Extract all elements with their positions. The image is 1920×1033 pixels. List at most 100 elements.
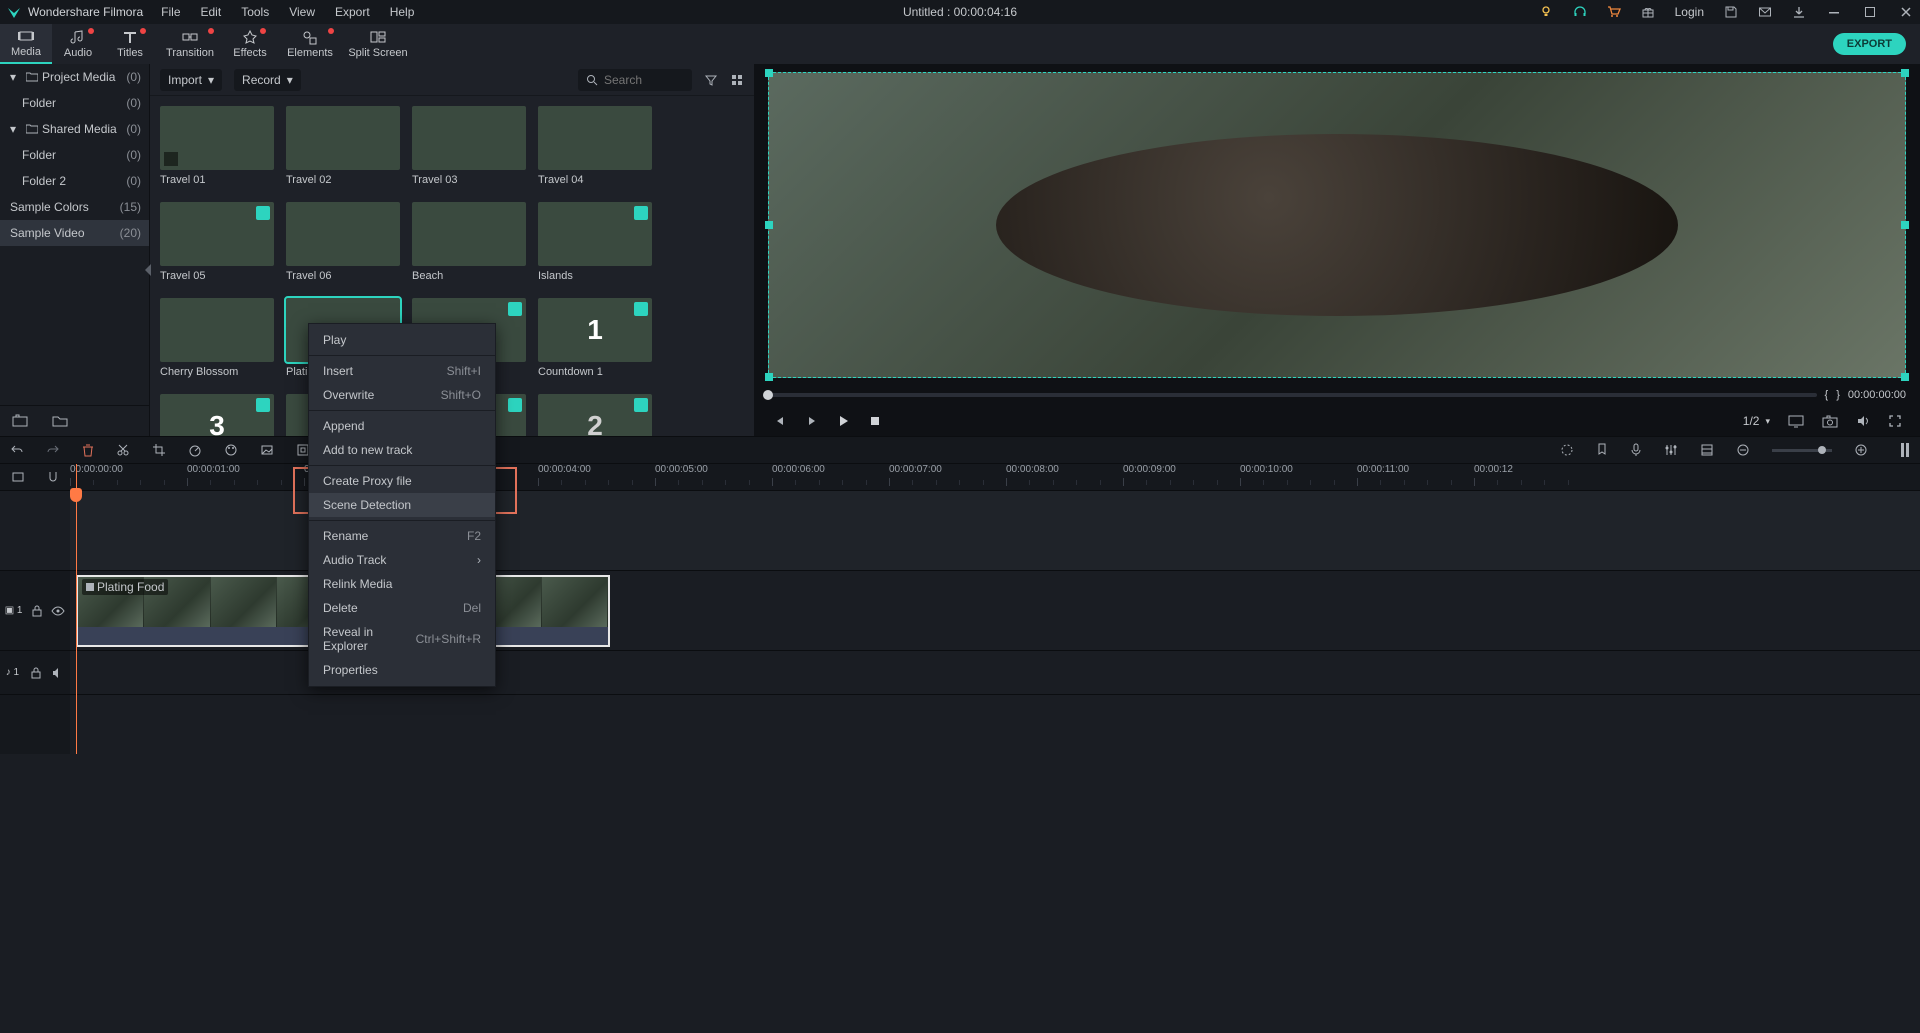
render-icon[interactable] <box>1560 443 1574 457</box>
sidebar-item-1[interactable]: Folder(0) <box>0 90 149 116</box>
volume-icon[interactable] <box>1856 414 1870 428</box>
new-folder-icon[interactable] <box>52 414 68 428</box>
download-badge-icon[interactable] <box>634 302 648 316</box>
grid-view-icon[interactable] <box>730 73 744 87</box>
resize-handle-bl[interactable] <box>765 373 773 381</box>
ctx-append[interactable]: Append <box>309 414 495 438</box>
preview-scrubber[interactable] <box>768 393 1817 397</box>
scrubber-knob[interactable] <box>763 390 773 400</box>
timeline-add-track-icon[interactable] <box>11 470 25 484</box>
download-icon[interactable] <box>1792 5 1806 19</box>
tab-effects[interactable]: Effects <box>224 24 276 64</box>
sidebar-item-2[interactable]: ▾Shared Media(0) <box>0 116 149 142</box>
media-clip-6[interactable]: Beach <box>412 202 526 292</box>
screenshot-icon[interactable] <box>12 414 28 428</box>
resize-handle-ml[interactable] <box>765 221 773 229</box>
window-maximize[interactable] <box>1862 4 1878 20</box>
resize-handle-br[interactable] <box>1901 373 1909 381</box>
import-dropdown[interactable]: Import▾ <box>160 69 222 91</box>
search-input[interactable] <box>604 73 684 87</box>
download-badge-icon[interactable] <box>256 398 270 412</box>
media-clip-8[interactable]: Cherry Blossom <box>160 298 274 388</box>
filter-icon[interactable] <box>704 73 718 87</box>
menu-help[interactable]: Help <box>390 5 415 19</box>
crop-icon[interactable] <box>152 443 166 457</box>
mixer-icon[interactable] <box>1664 443 1678 457</box>
marker-icon[interactable] <box>1596 443 1608 457</box>
media-clip-3[interactable]: Travel 04 <box>538 106 652 196</box>
ctx-scene-detection[interactable]: Scene Detection <box>309 493 495 517</box>
export-button[interactable]: EXPORT <box>1833 33 1906 55</box>
cut-icon[interactable] <box>116 443 130 457</box>
window-close[interactable] <box>1898 4 1914 20</box>
sidebar-item-4[interactable]: Folder 2(0) <box>0 168 149 194</box>
media-clip-15[interactable] <box>538 394 652 436</box>
menu-export[interactable]: Export <box>335 5 370 19</box>
zoom-fit-icon[interactable] <box>1900 442 1910 458</box>
track-lock-icon[interactable] <box>32 605 42 617</box>
sidebar-item-0[interactable]: ▾Project Media(0) <box>0 64 149 90</box>
resize-handle-tl[interactable] <box>765 69 773 77</box>
sidebar-collapse-handle[interactable] <box>145 264 151 276</box>
menu-edit[interactable]: Edit <box>201 5 222 19</box>
save-icon[interactable] <box>1724 5 1738 19</box>
menu-file[interactable]: File <box>161 5 180 19</box>
tab-audio[interactable]: Audio <box>52 24 104 64</box>
tab-transition[interactable]: Transition <box>156 24 224 64</box>
bracket-in[interactable]: { <box>1825 389 1829 401</box>
download-badge-icon[interactable] <box>256 206 270 220</box>
tab-titles[interactable]: Titles <box>104 24 156 64</box>
play-icon[interactable] <box>836 414 850 428</box>
stop-icon[interactable] <box>868 414 882 428</box>
gift-icon[interactable] <box>1641 5 1655 19</box>
media-clip-5[interactable]: Travel 06 <box>286 202 400 292</box>
zoom-out-icon[interactable] <box>1736 443 1750 457</box>
download-badge-icon[interactable] <box>508 302 522 316</box>
bracket-out[interactable]: } <box>1836 389 1840 401</box>
undo-icon[interactable] <box>10 443 24 457</box>
speed-icon[interactable] <box>188 443 202 457</box>
media-clip-4[interactable]: Travel 05 <box>160 202 274 292</box>
preview-zoom-dropdown[interactable]: 1/2▾ <box>1743 414 1770 428</box>
playhead[interactable] <box>76 464 77 754</box>
ctx-properties[interactable]: Properties <box>309 658 495 682</box>
timeline-zoom-slider[interactable] <box>1772 449 1832 452</box>
ctx-audio-track[interactable]: Audio Track <box>309 548 495 572</box>
tab-media[interactable]: Media <box>0 24 52 64</box>
download-badge-icon[interactable] <box>634 206 648 220</box>
media-clip-2[interactable]: Travel 03 <box>412 106 526 196</box>
media-clip-7[interactable]: Islands <box>538 202 652 292</box>
cart-icon[interactable] <box>1607 5 1621 19</box>
menu-view[interactable]: View <box>289 5 315 19</box>
color-icon[interactable] <box>224 443 238 457</box>
redo-icon[interactable] <box>46 443 60 457</box>
mail-icon[interactable] <box>1758 5 1772 19</box>
greenscreen-icon[interactable] <box>260 443 274 457</box>
prev-frame-icon[interactable] <box>772 414 786 428</box>
download-badge-icon[interactable] <box>508 398 522 412</box>
download-badge-icon[interactable] <box>634 398 648 412</box>
menu-tools[interactable]: Tools <box>241 5 269 19</box>
record-dropdown[interactable]: Record▾ <box>234 69 301 91</box>
delete-icon[interactable] <box>82 443 94 457</box>
resize-handle-mr[interactable] <box>1901 221 1909 229</box>
sidebar-item-3[interactable]: Folder(0) <box>0 142 149 168</box>
ctx-add-to-new-track[interactable]: Add to new track <box>309 438 495 462</box>
media-clip-1[interactable]: Travel 02 <box>286 106 400 196</box>
headphones-icon[interactable] <box>1573 5 1587 19</box>
media-clip-11[interactable]: Countdown 1 <box>538 298 652 388</box>
track-visible-icon[interactable] <box>51 606 65 616</box>
zoom-in-icon[interactable] <box>1854 443 1868 457</box>
ctx-reveal-in-explorer[interactable]: Reveal in ExplorerCtrl+Shift+R <box>309 620 495 658</box>
track-lock-icon[interactable] <box>31 667 41 679</box>
play-overlay-icon[interactable] <box>164 152 178 166</box>
login-link[interactable]: Login <box>1675 5 1704 19</box>
preview-canvas[interactable] <box>768 72 1906 378</box>
ctx-play[interactable]: Play <box>309 328 495 352</box>
timeline-magnet-icon[interactable] <box>46 470 60 484</box>
window-minimize[interactable] <box>1826 4 1842 20</box>
media-clip-0[interactable]: Travel 01 <box>160 106 274 196</box>
voiceover-icon[interactable] <box>1630 443 1642 457</box>
tab-elements[interactable]: Elements <box>276 24 344 64</box>
fullscreen-icon[interactable] <box>1888 414 1902 428</box>
